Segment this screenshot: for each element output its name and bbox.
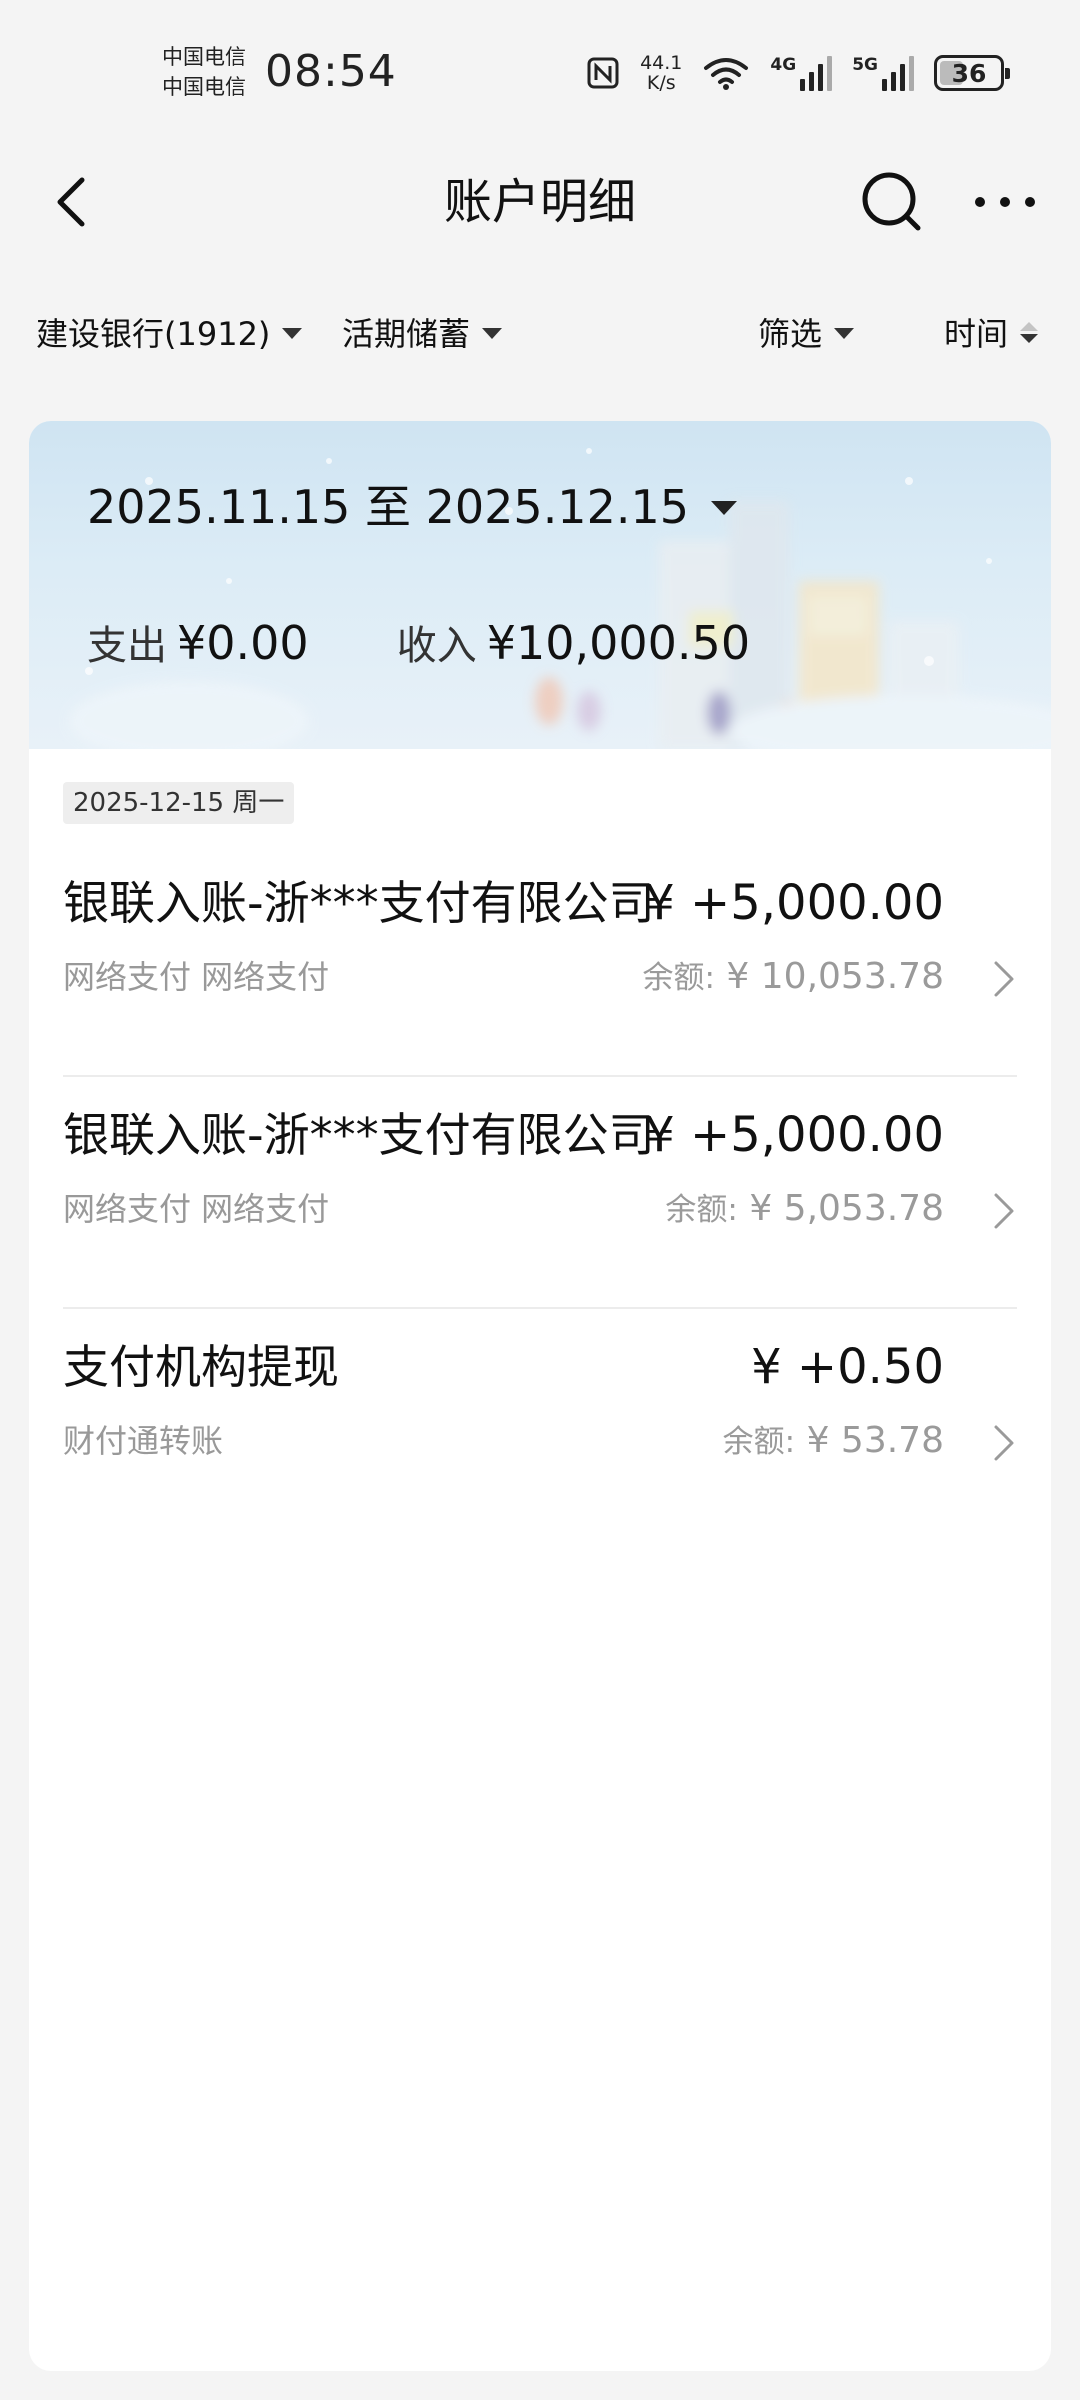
status-icons: 44.1 K/s 4G 5G 36 bbox=[586, 48, 1010, 98]
transaction-item[interactable]: 支付机构提现 ¥ +0.50 财付通转账 余额: ¥ 53.78 bbox=[29, 1309, 1051, 1541]
balance-value: ¥ 5,053.78 bbox=[749, 1188, 944, 1229]
sim2-signal: 5G bbox=[852, 55, 914, 91]
chevron-right-icon bbox=[994, 1425, 1014, 1461]
income-value: ¥10,000.50 bbox=[486, 616, 751, 670]
sort-button[interactable]: 时间 bbox=[944, 300, 1039, 364]
status-bar: 中国电信 中国电信 08:54 44.1 K/s 4G 5G 36 bbox=[0, 0, 1080, 140]
battery-icon: 36 bbox=[934, 55, 1010, 91]
balance-label: 余额: bbox=[722, 1424, 796, 1460]
balance-value: ¥ 53.78 bbox=[806, 1420, 944, 1461]
battery-level: 36 bbox=[951, 58, 987, 88]
chevron-right-icon bbox=[994, 961, 1014, 997]
sort-icon bbox=[1020, 321, 1039, 343]
sort-label: 时间 bbox=[944, 315, 1009, 353]
caret-down-icon bbox=[834, 327, 855, 339]
filter-bar: 建设银行(1912) 活期储蓄 筛选 时间 bbox=[0, 300, 1080, 364]
expense-value: ¥0.00 bbox=[177, 616, 309, 670]
balance-label: 余额: bbox=[665, 1192, 738, 1228]
transaction-title: 银联入账-浙***支付有限公司 bbox=[63, 1108, 655, 1162]
transaction-balance: 余额: ¥ 53.78 bbox=[723, 1419, 944, 1464]
net-speed: 44.1 K/s bbox=[640, 53, 682, 93]
search-icon[interactable] bbox=[858, 168, 926, 236]
transaction-channel: 网络支付 网络支付 bbox=[63, 958, 330, 996]
sim1-signal: 4G bbox=[770, 55, 833, 91]
transaction-title: 银联入账-浙***支付有限公司 bbox=[63, 876, 655, 930]
income-expense-summary: 支出 ¥0.00 收入 ¥10,000.50 bbox=[87, 613, 750, 676]
signal-icon bbox=[800, 55, 833, 91]
status-time: 08:54 bbox=[265, 46, 397, 97]
carrier-1: 中国电信 bbox=[162, 45, 246, 69]
transaction-balance: 余额: ¥ 5,053.78 bbox=[665, 1187, 944, 1232]
date-group-header: 2025-12-15 周一 bbox=[63, 782, 295, 824]
net-speed-value: 44.1 bbox=[640, 52, 683, 74]
caret-down-icon bbox=[711, 501, 737, 515]
caret-down-icon bbox=[282, 327, 303, 339]
transaction-balance: 余额: ¥ 10,053.78 bbox=[643, 955, 944, 1000]
app-header: 账户明细 bbox=[0, 150, 1080, 254]
carrier-names: 中国电信 中国电信 bbox=[162, 42, 246, 102]
signal-icon bbox=[882, 55, 914, 91]
account-detail-card: 2025.11.15 至 2025.12.15 支出 ¥0.00 收入 ¥10,… bbox=[29, 421, 1051, 2371]
wifi-icon bbox=[704, 58, 749, 90]
expense-label: 支出 bbox=[87, 623, 167, 669]
more-icon[interactable] bbox=[970, 180, 1040, 224]
winter-scene-illustration bbox=[69, 448, 1051, 749]
carrier-2: 中国电信 bbox=[162, 75, 246, 99]
transaction-channel: 网络支付 网络支付 bbox=[63, 1190, 330, 1228]
account-type-selector[interactable]: 活期储蓄 bbox=[342, 300, 503, 364]
transaction-amount: ¥ +5,000.00 bbox=[644, 1107, 944, 1163]
sim2-network-type: 5G bbox=[852, 55, 878, 75]
account-selector[interactable]: 建设银行(1912) bbox=[36, 300, 303, 364]
filter-button[interactable]: 筛选 bbox=[758, 300, 855, 364]
balance-label: 余额: bbox=[642, 960, 715, 996]
summary-banner: 2025.11.15 至 2025.12.15 支出 ¥0.00 收入 ¥10,… bbox=[29, 421, 1051, 749]
date-range-selector[interactable]: 2025.11.15 至 2025.12.15 bbox=[87, 477, 737, 537]
date-range-label: 2025.11.15 至 2025.12.15 bbox=[87, 480, 689, 534]
account-selector-label: 建设银行(1912) bbox=[36, 315, 271, 353]
filter-label: 筛选 bbox=[758, 315, 823, 353]
nfc-icon bbox=[587, 57, 619, 89]
transaction-title: 支付机构提现 bbox=[63, 1340, 339, 1394]
account-type-label: 活期储蓄 bbox=[342, 315, 471, 353]
sim1-network-type: 4G bbox=[770, 55, 797, 75]
net-speed-unit: K/s bbox=[646, 72, 676, 94]
transaction-item[interactable]: 银联入账-浙***支付有限公司 ¥ +5,000.00 网络支付 网络支付 余额… bbox=[29, 845, 1051, 1077]
caret-down-icon bbox=[482, 327, 503, 339]
balance-value: ¥ 10,053.78 bbox=[726, 956, 944, 997]
transaction-amount: ¥ +0.50 bbox=[751, 1339, 944, 1395]
transaction-item[interactable]: 银联入账-浙***支付有限公司 ¥ +5,000.00 网络支付 网络支付 余额… bbox=[29, 1077, 1051, 1309]
transaction-amount: ¥ +5,000.00 bbox=[644, 875, 944, 931]
transaction-channel: 财付通转账 bbox=[63, 1422, 224, 1460]
chevron-right-icon bbox=[994, 1193, 1014, 1229]
income-label: 收入 bbox=[396, 623, 477, 669]
